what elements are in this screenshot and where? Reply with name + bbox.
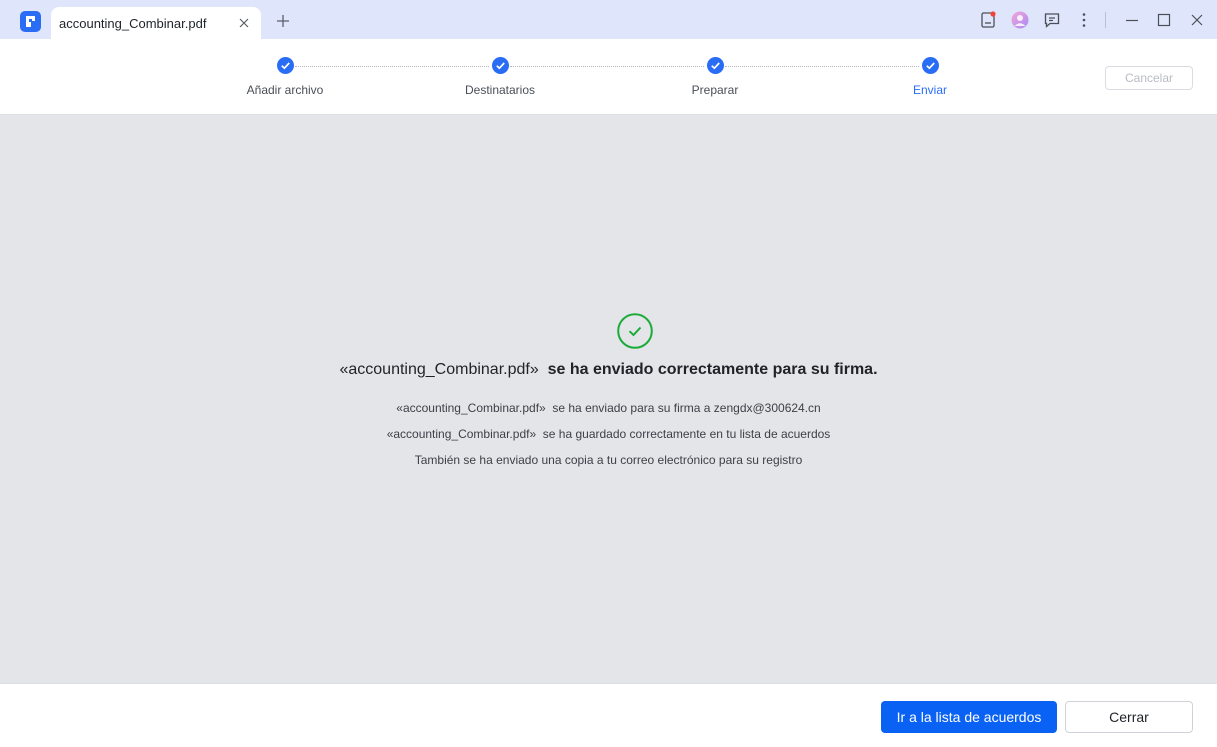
minimize-icon[interactable] bbox=[1123, 11, 1141, 29]
close-icon[interactable] bbox=[237, 16, 251, 30]
info-line: «accounting_Combinar.pdf» se ha enviado … bbox=[0, 401, 1217, 415]
tab-title: accounting_Combinar.pdf bbox=[59, 16, 207, 31]
step-destinatarios: Destinatarios bbox=[430, 57, 570, 97]
info-line: También se ha enviado una copia a tu cor… bbox=[0, 453, 1217, 467]
check-circle-icon bbox=[706, 57, 724, 74]
document-tab[interactable]: accounting_Combinar.pdf bbox=[51, 7, 261, 39]
step-label: Preparar bbox=[691, 83, 739, 97]
more-icon[interactable] bbox=[1075, 11, 1093, 29]
check-circle-icon bbox=[921, 57, 939, 74]
maximize-icon[interactable] bbox=[1155, 11, 1173, 29]
plus-icon[interactable] bbox=[275, 13, 291, 29]
app-logo-icon[interactable] bbox=[20, 11, 41, 32]
feedback-icon[interactable] bbox=[1043, 11, 1061, 29]
headline-text: se ha enviado correctamente para su firm… bbox=[547, 361, 878, 378]
step-anadir-archivo: Añadir archivo bbox=[215, 57, 355, 97]
step-label: Enviar bbox=[912, 83, 947, 97]
step-enviar: Enviar bbox=[860, 57, 1000, 97]
footer-bar: Ir a la lista de acuerdos Cerrar bbox=[0, 683, 1217, 747]
success-headline: «accounting_Combinar.pdf» se ha enviado … bbox=[0, 361, 1217, 379]
avatar-icon[interactable] bbox=[1011, 11, 1029, 29]
step-label: Añadir archivo bbox=[246, 83, 324, 97]
close-button[interactable]: Cerrar bbox=[1065, 701, 1193, 733]
check-circle-icon bbox=[491, 57, 509, 74]
info-text: También se ha enviado una copia a tu cor… bbox=[414, 453, 803, 467]
window-close-icon[interactable] bbox=[1188, 11, 1206, 29]
titlebar-divider bbox=[1105, 12, 1106, 28]
info-line: «accounting_Combinar.pdf» se ha guardado… bbox=[0, 427, 1217, 441]
step-label: Destinatarios bbox=[464, 83, 536, 97]
go-to-agreements-button[interactable]: Ir a la lista de acuerdos bbox=[881, 701, 1057, 733]
headline-filename: «accounting_Combinar.pdf» bbox=[339, 361, 539, 378]
info-filename: «accounting_Combinar.pdf» bbox=[386, 427, 537, 441]
check-circle-icon bbox=[276, 57, 294, 74]
info-text: se ha guardado correctamente en tu lista… bbox=[542, 427, 831, 441]
step-preparar: Preparar bbox=[645, 57, 785, 97]
notification-icon[interactable] bbox=[979, 11, 997, 29]
info-filename: «accounting_Combinar.pdf» bbox=[396, 401, 546, 415]
cancel-button[interactable]: Cancelar bbox=[1105, 66, 1193, 90]
main-content: «accounting_Combinar.pdf» se ha enviado … bbox=[0, 116, 1217, 683]
success-check-icon bbox=[617, 313, 653, 349]
stepper-header: Añadir archivo Destinatarios Preparar En… bbox=[0, 39, 1217, 115]
title-bar: accounting_Combinar.pdf bbox=[0, 0, 1217, 39]
info-text: se ha enviado para su firma a zengdx@300… bbox=[552, 401, 821, 415]
